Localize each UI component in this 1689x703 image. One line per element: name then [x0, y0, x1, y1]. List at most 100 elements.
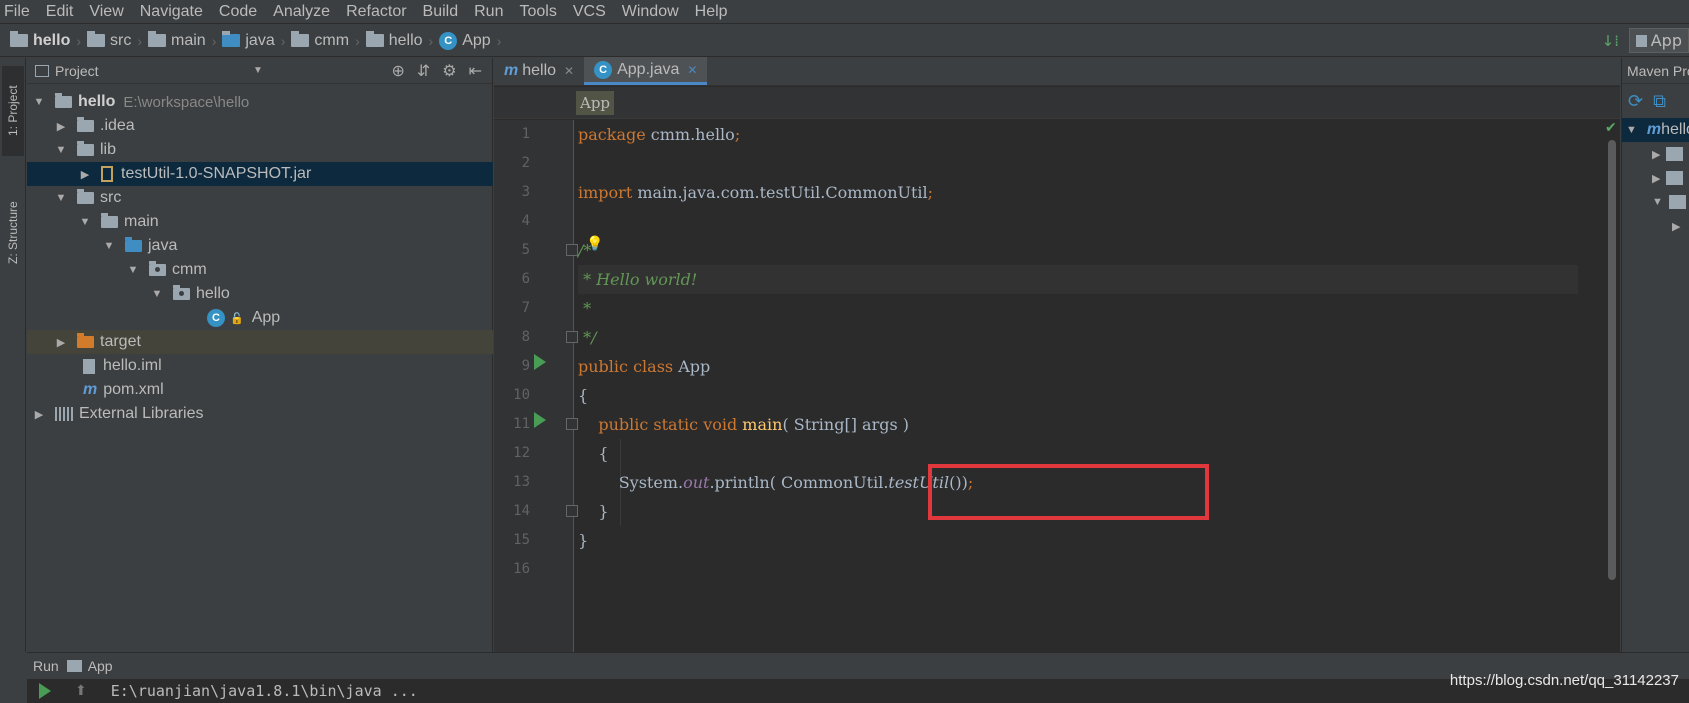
expanded-arrow-icon[interactable]: ▼	[1626, 124, 1637, 136]
tab-hello-pom[interactable]: m hello ✕	[494, 57, 584, 85]
collapsed-arrow-icon[interactable]: ▶	[55, 120, 67, 133]
class-icon: C	[594, 60, 613, 79]
code-line-1: package cmm.hello;	[578, 125, 741, 144]
collapsed-arrow-icon[interactable]: ▶	[1652, 148, 1660, 161]
folder-icon	[87, 31, 106, 47]
menu-tools[interactable]: Tools	[519, 3, 556, 21]
tab-app-java[interactable]: C App.java ✕	[584, 57, 708, 85]
menu-navigate[interactable]: Navigate	[140, 3, 203, 21]
generate-sources-icon[interactable]: ⧉	[1653, 91, 1666, 112]
fold-icon[interactable]	[566, 244, 578, 256]
dropdown-arrow-icon[interactable]: ▼	[253, 65, 263, 76]
tree-item-target[interactable]: ▶ target	[27, 330, 493, 354]
menu-refactor[interactable]: Refactor	[346, 3, 406, 21]
tree-item-external-libraries[interactable]: ▶ External Libraries	[27, 402, 493, 426]
menu-build[interactable]: Build	[423, 3, 459, 21]
run-tab-app[interactable]: App	[66, 658, 113, 674]
line-number: 16	[513, 561, 530, 577]
line-number: 11	[513, 416, 530, 432]
collapsed-arrow-icon[interactable]: ▶	[55, 336, 67, 349]
menu-help[interactable]: Help	[695, 3, 728, 21]
sort-icon[interactable]: ↓⁞	[1602, 32, 1619, 50]
tree-item-hello-module[interactable]: ▼ hello E:\workspace\hello	[27, 90, 493, 114]
breadcrumb-separator-icon: ›	[496, 32, 502, 49]
maven-lifecycle-item[interactable]: ▶	[1622, 142, 1689, 166]
tree-item-pom-xml[interactable]: m pom.xml	[27, 378, 493, 402]
breadcrumb-main[interactable]: main ›	[148, 31, 216, 50]
maven-dependency-item[interactable]: ▶	[1622, 214, 1689, 238]
maven-panel-title[interactable]: Maven Projects	[1622, 58, 1689, 84]
close-icon[interactable]: ✕	[687, 63, 697, 77]
folder-icon	[77, 189, 94, 204]
menu-edit[interactable]: Edit	[46, 3, 74, 21]
class-icon: C	[439, 31, 458, 50]
tree-item-lib[interactable]: ▼ lib	[27, 138, 493, 162]
editor-breadcrumb-app[interactable]: App	[576, 91, 615, 115]
package-icon	[365, 31, 384, 47]
menu-run[interactable]: Run	[474, 3, 503, 21]
locate-icon[interactable]: ⊕	[391, 61, 404, 81]
code-editor[interactable]: package cmm.hello; import main.java.com.…	[578, 120, 1578, 652]
tool-tab-project[interactable]: 1: Project	[2, 66, 24, 156]
project-panel-title[interactable]: Project	[55, 63, 99, 79]
menu-analyze[interactable]: Analyze	[273, 3, 330, 21]
expanded-arrow-icon[interactable]: ▼	[55, 192, 67, 204]
breadcrumb-hello-package[interactable]: hello ›	[365, 31, 433, 50]
run-configuration-selector[interactable]: App	[1629, 28, 1689, 53]
tree-item-app-class[interactable]: C 🔓 App	[27, 306, 493, 330]
maven-plugins-item[interactable]: ▶	[1622, 166, 1689, 190]
tool-tab-structure[interactable]: Z: Structure	[2, 178, 24, 288]
menu-code[interactable]: Code	[219, 3, 257, 21]
tree-item-testutil-jar[interactable]: ▶ testUtil-1.0-SNAPSHOT.jar	[27, 162, 493, 186]
maven-root-item[interactable]: ▼ m hello	[1622, 118, 1689, 142]
close-icon[interactable]: ✕	[564, 64, 574, 78]
fold-icon[interactable]	[566, 418, 578, 430]
lightbulb-icon[interactable]: 💡	[586, 236, 603, 252]
project-view-icon	[35, 64, 49, 77]
tree-item-src[interactable]: ▼ src	[27, 186, 493, 210]
collapse-all-icon[interactable]: ⇵	[417, 61, 430, 81]
hide-panel-icon[interactable]: ⇤	[469, 61, 482, 81]
collapsed-arrow-icon[interactable]: ▶	[79, 168, 91, 181]
collapsed-arrow-icon[interactable]: ▶	[33, 408, 45, 421]
expanded-arrow-icon[interactable]: ▼	[151, 288, 163, 300]
scrollbar-thumb[interactable]	[1608, 140, 1616, 580]
fold-icon[interactable]	[566, 505, 578, 517]
run-class-icon[interactable]	[534, 354, 546, 370]
tree-item-hello-package[interactable]: ▼ hello	[27, 282, 493, 306]
collapsed-arrow-icon[interactable]: ▶	[1672, 220, 1680, 233]
scroll-up-icon[interactable]: ⬆	[75, 683, 87, 699]
gear-icon[interactable]: ⚙	[442, 61, 456, 81]
module-folder-icon	[10, 31, 28, 47]
editor-scrollbar[interactable]: ✔	[1604, 120, 1620, 652]
expanded-arrow-icon[interactable]: ▼	[79, 216, 91, 228]
menu-view[interactable]: View	[89, 3, 123, 21]
breadcrumb-java[interactable]: java ›	[222, 31, 285, 50]
breadcrumb-hello-module[interactable]: hello ›	[10, 31, 81, 50]
tree-item-hello-iml[interactable]: hello.iml	[27, 354, 493, 378]
menu-window[interactable]: Window	[622, 3, 679, 21]
expanded-arrow-icon[interactable]: ▼	[127, 264, 139, 276]
breadcrumb-app[interactable]: C App ›	[439, 31, 502, 50]
tree-item-java[interactable]: ▼ java	[27, 234, 493, 258]
refresh-icon[interactable]: ⟳	[1628, 91, 1643, 112]
maven-dependencies-item[interactable]: ▼	[1622, 190, 1689, 214]
breadcrumb-src[interactable]: src ›	[87, 31, 142, 50]
tree-item-main[interactable]: ▼ main	[27, 210, 493, 234]
code-line-9: public class App	[578, 357, 711, 376]
fold-icon[interactable]	[566, 331, 578, 343]
menu-file[interactable]: File	[4, 3, 30, 21]
breadcrumb-cmm[interactable]: cmm ›	[291, 31, 360, 50]
rerun-icon[interactable]	[39, 683, 51, 699]
run-panel-label[interactable]: Run	[33, 658, 59, 674]
tree-item-cmm[interactable]: ▼ cmm	[27, 258, 493, 282]
expanded-arrow-icon[interactable]: ▼	[1652, 196, 1663, 208]
menu-vcs[interactable]: VCS	[573, 3, 606, 21]
expanded-arrow-icon[interactable]: ▼	[103, 240, 115, 252]
expanded-arrow-icon[interactable]: ▼	[33, 96, 45, 108]
expanded-arrow-icon[interactable]: ▼	[55, 144, 67, 156]
tree-item-idea[interactable]: ▶ .idea	[27, 114, 493, 138]
run-main-icon[interactable]	[534, 412, 546, 428]
collapsed-arrow-icon[interactable]: ▶	[1652, 172, 1660, 185]
folder-icon	[1666, 147, 1684, 161]
